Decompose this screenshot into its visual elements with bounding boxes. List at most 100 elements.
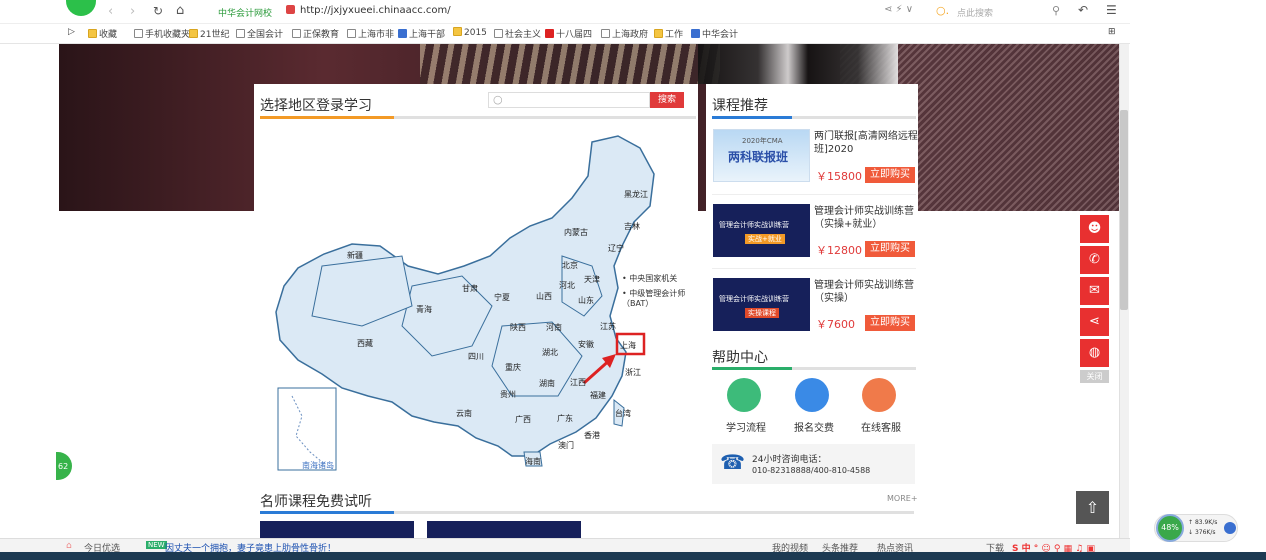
- bookmark-item[interactable]: 工作: [654, 27, 683, 40]
- more-link[interactable]: MORE+: [887, 494, 918, 503]
- payment-icon[interactable]: [795, 378, 829, 412]
- province-label[interactable]: 内蒙古: [564, 227, 588, 238]
- help-item-label[interactable]: 在线客服: [861, 419, 901, 434]
- course-price: ￥15800: [816, 170, 862, 183]
- province-label[interactable]: 吉林: [624, 221, 640, 232]
- province-label[interactable]: 宁夏: [494, 292, 510, 303]
- close-side-button[interactable]: 关闭: [1080, 370, 1109, 383]
- browser-logo-icon[interactable]: [66, 0, 96, 16]
- province-label[interactable]: 贵州: [500, 389, 516, 400]
- share-icon[interactable]: ⋖: [1080, 308, 1109, 336]
- province-label[interactable]: 甘肃: [462, 283, 478, 294]
- refresh-icon[interactable]: ↻: [153, 4, 163, 18]
- province-label[interactable]: 四川: [468, 351, 484, 362]
- trial-course-card[interactable]: [260, 521, 414, 538]
- back-to-top-button[interactable]: ⇧: [1076, 491, 1109, 524]
- wechat-icon[interactable]: ◍: [1080, 339, 1109, 367]
- province-label[interactable]: 山西: [536, 291, 552, 302]
- province-label: 南海诸岛: [302, 461, 334, 470]
- province-label[interactable]: 澳门: [558, 440, 574, 451]
- bookmark-item[interactable]: 收藏: [88, 27, 117, 40]
- buy-button[interactable]: 立即购买: [865, 315, 915, 331]
- mail-icon[interactable]: ✉: [1080, 277, 1109, 305]
- bookmark-item[interactable]: 全国会计: [236, 27, 283, 40]
- province-label[interactable]: 台湾: [615, 408, 631, 419]
- province-label[interactable]: 天津: [584, 274, 600, 285]
- gift-icon[interactable]: ⌂: [66, 541, 72, 551]
- province-label[interactable]: 湖南: [539, 378, 555, 389]
- province-label[interactable]: 安徽: [578, 339, 594, 350]
- buy-button[interactable]: 立即购买: [865, 167, 915, 183]
- province-label[interactable]: 江西: [570, 377, 586, 388]
- province-label[interactable]: 香港: [584, 430, 600, 441]
- province-label[interactable]: 辽宁: [608, 243, 624, 254]
- study-process-icon[interactable]: [727, 378, 761, 412]
- back-icon[interactable]: ‹: [108, 4, 113, 19]
- province-label[interactable]: 北京: [562, 260, 578, 271]
- province-label[interactable]: 西藏: [357, 338, 373, 349]
- forward-icon[interactable]: ›: [130, 4, 135, 19]
- search-icon[interactable]: ⚲: [1052, 4, 1060, 17]
- browser-search-input[interactable]: 点此搜索: [957, 6, 993, 19]
- bookmark-item[interactable]: 21世纪: [189, 27, 229, 40]
- boost-icon[interactable]: [1224, 522, 1236, 534]
- province-label[interactable]: 浙江: [625, 367, 641, 378]
- course-title[interactable]: 两门联报[高清网络远程班]2020: [814, 130, 918, 156]
- bookmark-item[interactable]: 社会主义: [494, 27, 541, 40]
- province-label[interactable]: 河北: [559, 280, 575, 291]
- bookmark-item[interactable]: 上海政府: [601, 27, 648, 40]
- bookmark-item[interactable]: 中华会计: [691, 27, 738, 40]
- province-label[interactable]: 青海: [416, 304, 432, 315]
- province-label[interactable]: 福建: [590, 390, 606, 401]
- bookmark-item[interactable]: 正保教育: [292, 27, 339, 40]
- province-label[interactable]: 广东: [557, 413, 573, 424]
- bookmark-item[interactable]: 上海干部: [398, 27, 445, 40]
- sidebar-toggle-icon[interactable]: ▷: [68, 27, 75, 37]
- province-label[interactable]: 陕西: [510, 322, 526, 333]
- course-price: ￥12800: [816, 244, 862, 257]
- courses-title: 课程推荐: [712, 98, 768, 114]
- bookmark-item[interactable]: 2015: [453, 27, 487, 38]
- scrollbar-thumb[interactable]: [1120, 110, 1128, 310]
- help-item-label[interactable]: 学习流程: [726, 419, 766, 434]
- help-item-label[interactable]: 报名交费: [794, 419, 834, 434]
- network-percent: 48%: [1156, 514, 1184, 542]
- bookmark-item[interactable]: 手机收藏夹: [134, 27, 190, 40]
- province-label[interactable]: 云南: [456, 408, 472, 419]
- buy-button[interactable]: 立即购买: [865, 241, 915, 257]
- phone-call-icon[interactable]: ✆: [1080, 246, 1109, 274]
- trial-course-card[interactable]: [427, 521, 581, 538]
- province-label[interactable]: 山东: [578, 295, 594, 306]
- region-search-button[interactable]: 搜索: [650, 92, 684, 108]
- course-thumbnail[interactable]: 管理会计师实战训练营 实战+就业: [713, 204, 810, 257]
- trial-title: 名师课程免费试听: [260, 494, 372, 510]
- bookmark-item[interactable]: 上海市非: [347, 27, 394, 40]
- consult-icon[interactable]: ☻: [1080, 215, 1109, 243]
- province-label[interactable]: 海南: [525, 456, 541, 467]
- province-label[interactable]: 重庆: [505, 362, 521, 373]
- bookmark-item[interactable]: 十八届四: [545, 27, 592, 40]
- province-label[interactable]: 湖北: [542, 347, 558, 358]
- search-engine-icon[interactable]: ○.: [936, 4, 949, 17]
- province-label[interactable]: 上海: [620, 340, 636, 351]
- customer-service-icon[interactable]: [862, 378, 896, 412]
- province-label[interactable]: 广西: [515, 414, 531, 425]
- province-label[interactable]: 河南: [546, 322, 562, 333]
- region-search-input[interactable]: ○: [488, 92, 650, 108]
- course-title[interactable]: 管理会计师实战训练营（实操+就业）: [814, 205, 918, 231]
- undo-icon[interactable]: ↶: [1078, 3, 1088, 17]
- course-thumbnail[interactable]: 管理会计师实战训练营 实操课程: [713, 278, 810, 331]
- menu-icon[interactable]: ☰: [1106, 3, 1117, 17]
- share-icon[interactable]: ⋖ ⚡ ∨: [884, 4, 913, 15]
- grid-icon[interactable]: ⊞: [1108, 27, 1116, 37]
- special-link[interactable]: • 中央国家机关: [622, 273, 677, 284]
- province-label[interactable]: 黑龙江: [624, 189, 648, 200]
- course-thumbnail[interactable]: 2020年CMA 两科联报班: [713, 129, 810, 182]
- province-label[interactable]: 新疆: [347, 250, 363, 261]
- taskbar: [0, 552, 1266, 560]
- province-label[interactable]: 江苏: [600, 321, 616, 332]
- url-field[interactable]: http://jxjyxueei.chinaacc.com/: [300, 5, 451, 16]
- course-title[interactable]: 管理会计师实战训练营（实操）: [814, 279, 918, 305]
- home-icon[interactable]: ⌂: [176, 3, 184, 18]
- special-link[interactable]: • 中级管理会计师（BAT）: [622, 289, 688, 309]
